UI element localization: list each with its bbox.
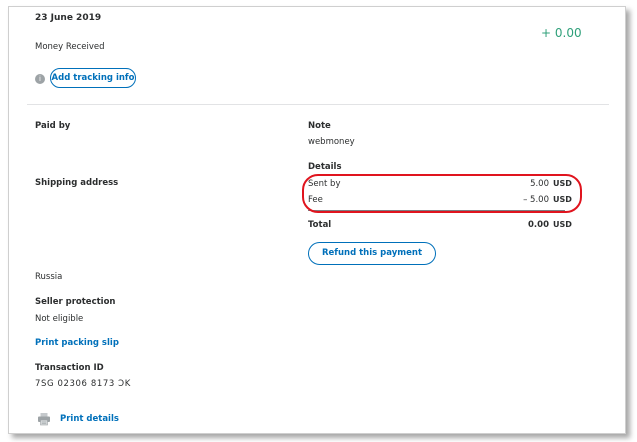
print-details-link[interactable]: Print details [60,414,119,424]
transaction-type: Money Received [35,42,105,52]
transaction-id-value: 7SG 02306 8173 ƆK [35,379,131,389]
paid-by-label: Paid by [35,121,71,131]
total-currency: USD [553,220,572,229]
total-label: Total [308,220,332,230]
add-tracking-info-button[interactable]: Add tracking info [50,68,136,88]
shipping-address-label: Shipping address [35,178,119,188]
transaction-date: 23 June 2019 [35,13,102,23]
note-label: Note [308,121,331,131]
info-icon[interactable]: i [35,74,45,84]
refund-payment-button[interactable]: Refund this payment [308,242,436,265]
print-packing-slip-link[interactable]: Print packing slip [35,338,119,348]
shipping-country: Russia [35,272,63,282]
printer-icon[interactable] [37,411,51,426]
highlight-annotation [302,174,582,213]
seller-protection-value: Not eligible [35,314,84,324]
transaction-id-label: Transaction ID [35,363,104,373]
seller-protection-label: Seller protection [35,297,116,307]
details-label: Details [308,162,342,172]
transaction-details-panel: 23 June 2019 + 0.00 Money Received i Add… [8,6,626,434]
section-divider [27,104,609,105]
note-value: webmoney [308,137,355,147]
transaction-amount: + 0.00 [541,26,582,40]
total-amount: 0.00 [528,220,549,230]
